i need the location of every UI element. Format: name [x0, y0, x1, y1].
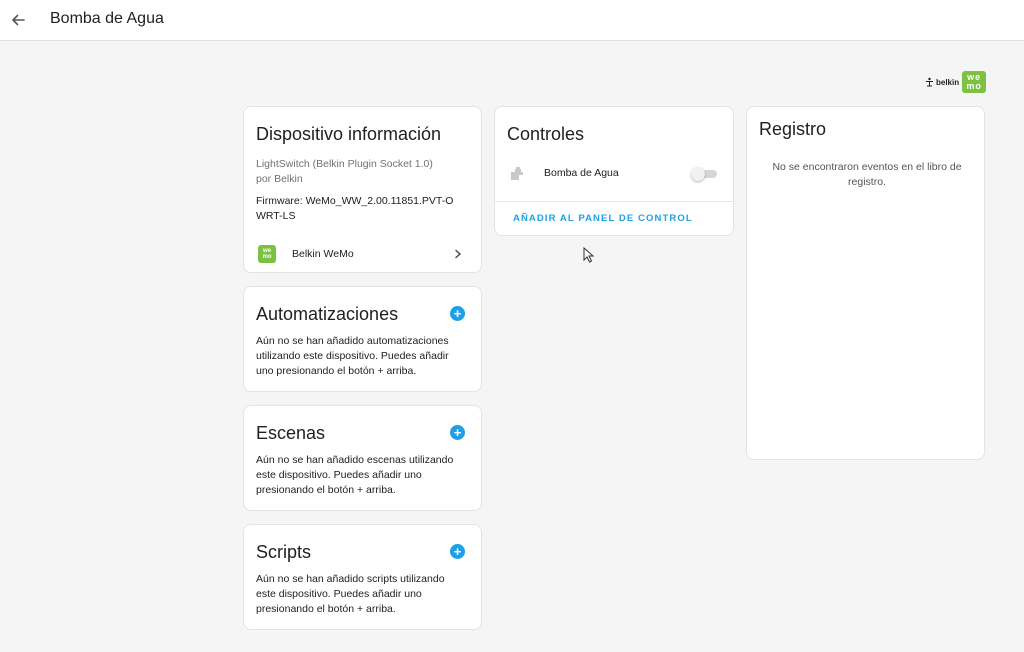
scripts-title: Scripts: [256, 542, 312, 562]
automations-empty-text: Aún no se han añadido automatizaciones u…: [256, 335, 449, 377]
belkin-wordmark: belkin: [936, 77, 960, 87]
logbook-title: Registro: [759, 119, 827, 139]
plus-icon: +: [453, 425, 462, 440]
automations-card: Automatizaciones + Aún no se han añadido…: [243, 286, 482, 392]
add-to-dashboard-button[interactable]: AÑADIR AL PANEL DE CONTROL: [513, 213, 693, 224]
water-pump-icon: [511, 167, 523, 180]
entity-row[interactable]: Bomba de Agua: [495, 162, 735, 186]
automations-title: Automatizaciones: [256, 304, 399, 324]
page-title: Bomba de Agua: [50, 10, 164, 27]
scripts-card: Scripts + Aún no se han añadido scripts …: [243, 524, 482, 630]
add-script-button[interactable]: +: [450, 544, 465, 559]
logbook-card: Registro No se encontraron eventos en el…: [746, 106, 985, 460]
wemo-logo: we mo: [962, 71, 987, 93]
controls-title: Controles: [507, 124, 585, 144]
device-manufacturer: por Belkin: [256, 173, 303, 185]
wemo-integration-icon: we mo: [258, 245, 276, 263]
wemo-icon-bottom: mo: [262, 254, 272, 260]
belkin-icon: [926, 77, 933, 87]
device-firmware: Firmware: WeMo_WW_2.00.11851.PVT-OWRT-LS: [256, 195, 454, 222]
device-model: LightSwitch (Belkin Plugin Socket 1.0): [256, 158, 433, 170]
controls-card: Controles Bomba de Agua AÑADIR AL PANEL …: [494, 106, 734, 236]
toggle-thumb: [691, 167, 705, 181]
top-app-bar: Bomba de Agua: [0, 0, 1024, 41]
plus-icon: +: [453, 306, 462, 321]
back-button[interactable]: [6, 8, 30, 32]
wemo-logo-bottom: mo: [966, 81, 982, 91]
scenes-empty-text: Aún no se han añadido escenas utilizando…: [256, 454, 454, 496]
belkin-logo: belkin: [925, 77, 959, 87]
brand-logo: belkin we mo: [925, 71, 987, 93]
scenes-title: Escenas: [256, 423, 326, 443]
device-info-title: Dispositivo información: [256, 124, 442, 144]
entity-toggle[interactable]: [691, 167, 717, 181]
mouse-cursor-icon: [583, 247, 595, 263]
logbook-empty-text: No se encontraron eventos en el libro de…: [772, 161, 962, 188]
integration-label: Belkin WeMo: [292, 248, 354, 260]
plus-icon: +: [453, 544, 462, 559]
scenes-card: Escenas + Aún no se han añadido escenas …: [243, 405, 482, 511]
arrow-left-icon: [12, 14, 25, 26]
add-automation-button[interactable]: +: [450, 306, 465, 321]
integration-link[interactable]: we mo Belkin WeMo: [244, 236, 481, 272]
controls-divider: [495, 201, 733, 202]
device-info-card: Dispositivo información LightSwitch (Bel…: [243, 106, 482, 273]
chevron-right-icon: [455, 249, 462, 259]
add-scene-button[interactable]: +: [450, 425, 465, 440]
entity-label: Bomba de Agua: [544, 167, 619, 179]
scripts-empty-text: Aún no se han añadido scripts utilizando…: [256, 573, 445, 615]
